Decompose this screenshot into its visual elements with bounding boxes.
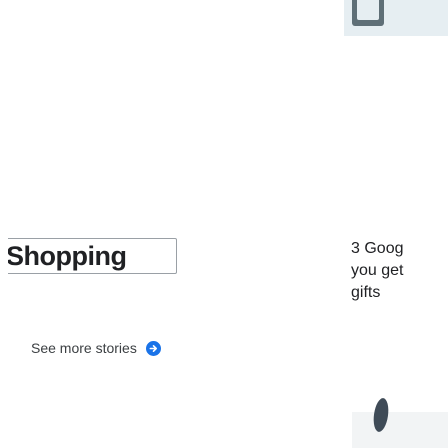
story-thumbnail-bottom[interactable] bbox=[352, 397, 448, 448]
story-title[interactable]: 3 Goog you get gifts bbox=[351, 238, 448, 304]
see-more-label: See more stories bbox=[31, 340, 137, 356]
chip-label: Shopping bbox=[8, 241, 127, 271]
story-title-line: you get bbox=[351, 262, 404, 279]
thumbnail-image bbox=[352, 0, 384, 26]
see-more-stories-link[interactable]: See more stories bbox=[31, 338, 161, 358]
story-thumbnail-top[interactable] bbox=[344, 0, 448, 36]
story-title-line: 3 Goog bbox=[351, 240, 404, 257]
shopping-story-chip[interactable]: Shopping bbox=[8, 238, 177, 274]
thumbnail-image bbox=[371, 397, 391, 433]
arrow-right-circle-icon[interactable] bbox=[145, 340, 161, 356]
story-title-line: gifts bbox=[351, 284, 381, 301]
